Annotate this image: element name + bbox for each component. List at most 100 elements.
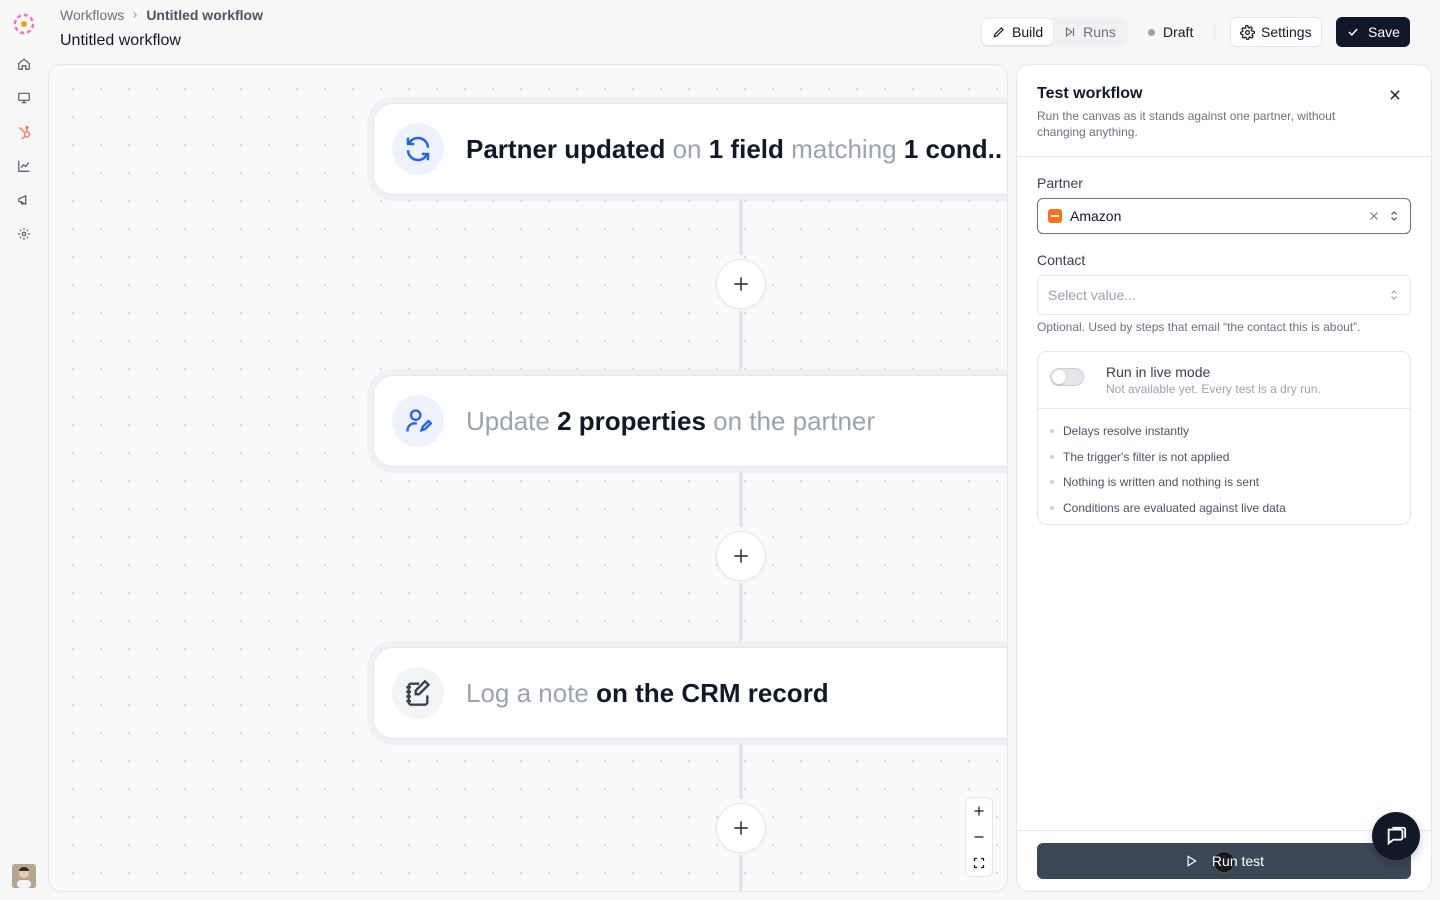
- trigger-event: Partner updated: [466, 133, 666, 164]
- list-item: Delays resolve instantly: [1050, 418, 1286, 444]
- run-test-button[interactable]: Run test: [1037, 843, 1411, 879]
- add-step-button[interactable]: [716, 531, 766, 581]
- dry-run-notes: Delays resolve instantly The trigger's f…: [1050, 418, 1286, 521]
- fit-view-icon[interactable]: [966, 850, 992, 876]
- update-text-suffix: on the partner: [705, 405, 876, 436]
- settings-button[interactable]: Settings: [1230, 17, 1322, 47]
- live-mode-card: Run in live mode Not available yet. Ever…: [1037, 351, 1411, 525]
- contact-select[interactable]: Select value...: [1037, 275, 1411, 315]
- refresh-icon: [392, 123, 444, 175]
- trigger-condition-count: 1 cond..: [903, 133, 1003, 164]
- chevron-right-icon: [130, 7, 140, 23]
- connector-line: [739, 855, 743, 891]
- connector-line: [739, 583, 743, 641]
- tab-runs-label: Runs: [1083, 24, 1116, 40]
- list-item: Conditions are evaluated against live da…: [1050, 495, 1286, 521]
- tab-runs[interactable]: Runs: [1053, 19, 1126, 45]
- trigger-text-matching: matching: [783, 133, 904, 164]
- contact-label: Contact: [1037, 252, 1086, 268]
- trigger-text-on: on: [665, 133, 709, 164]
- toolbar-divider: [1214, 22, 1215, 42]
- home-icon[interactable]: [14, 54, 34, 74]
- partner-label: Partner: [1037, 175, 1083, 191]
- clear-icon[interactable]: [1368, 210, 1380, 222]
- save-label: Save: [1368, 24, 1400, 40]
- chat-launcher-button[interactable]: [1372, 812, 1420, 860]
- partner-select[interactable]: Amazon: [1037, 198, 1411, 234]
- contact-placeholder: Select value...: [1048, 287, 1136, 303]
- trigger-field-count: 1 field: [708, 133, 784, 164]
- live-mode-label: Run in live mode: [1106, 364, 1211, 380]
- live-mode-description: Not available yet. Every test is a dry r…: [1106, 382, 1321, 396]
- plus-icon: [734, 821, 748, 835]
- update-properties-node[interactable]: Update 2 properties on the partner: [373, 375, 1007, 467]
- status-dot-icon: [1148, 28, 1155, 36]
- play-icon: [1187, 855, 1197, 867]
- notebook-pen-icon: [392, 667, 444, 719]
- zoom-out-icon[interactable]: [966, 824, 992, 850]
- test-workflow-panel: Test workflow Run the canvas as it stand…: [1016, 64, 1432, 892]
- breadcrumb-current: Untitled workflow: [146, 7, 263, 23]
- contact-hint: Optional. Used by steps that email “the …: [1037, 320, 1361, 334]
- left-rail: [0, 0, 48, 900]
- partner-value: Amazon: [1070, 208, 1122, 224]
- chart-icon[interactable]: [14, 156, 34, 176]
- partner-logo-icon: [1048, 209, 1062, 223]
- panel-subtitle: Run the canvas as it stands against one …: [1037, 109, 1336, 139]
- save-button[interactable]: Save: [1336, 17, 1410, 47]
- chevrons-up-down-icon: [1391, 290, 1397, 300]
- user-edit-icon: [392, 395, 444, 447]
- gear-icon: [1240, 24, 1255, 40]
- settings-label: Settings: [1261, 24, 1312, 40]
- live-mode-divider: [1038, 408, 1410, 409]
- zoom-in-icon[interactable]: [966, 798, 992, 824]
- connector-line: [739, 471, 743, 527]
- zoom-controls: [965, 797, 993, 877]
- panel-footer-divider: [1017, 830, 1431, 831]
- app-logo-icon[interactable]: [12, 12, 36, 36]
- chevrons-up-down-icon: [1391, 211, 1397, 221]
- skip-forward-icon: [1066, 26, 1075, 38]
- log-note-node[interactable]: Log a note on the CRM record: [373, 647, 1007, 739]
- close-icon: [1390, 90, 1400, 100]
- tab-build[interactable]: Build: [982, 19, 1054, 45]
- megaphone-icon[interactable]: [14, 190, 34, 210]
- chat-icon: [1387, 826, 1407, 846]
- connector-line: [739, 199, 743, 255]
- plus-icon: [734, 549, 748, 563]
- add-step-button[interactable]: [716, 259, 766, 309]
- panel-divider: [1017, 156, 1431, 157]
- trigger-node[interactable]: Partner updated on 1 field matching 1 co…: [373, 103, 1007, 195]
- pencil-icon: [993, 27, 1004, 38]
- log-note-target: on the CRM record: [596, 677, 829, 708]
- list-item: Nothing is written and nothing is sent: [1050, 469, 1286, 495]
- list-item: The trigger's filter is not applied: [1050, 444, 1286, 470]
- toggle-knob: [1052, 370, 1066, 384]
- monitor-icon[interactable]: [14, 88, 34, 108]
- live-mode-toggle[interactable]: [1050, 368, 1084, 386]
- update-summary: Update 2 properties on the partner: [466, 406, 875, 437]
- connector-line: [739, 311, 743, 369]
- update-property-count: 2 properties: [557, 405, 706, 436]
- hubspot-icon[interactable]: [14, 122, 34, 142]
- trigger-summary: Partner updated on 1 field matching 1 co…: [466, 134, 1002, 165]
- breadcrumb-root-link[interactable]: Workflows: [60, 7, 124, 23]
- view-switcher: Build Runs: [980, 17, 1128, 47]
- workflow-canvas[interactable]: Partner updated on 1 field matching 1 co…: [48, 64, 1008, 892]
- run-test-label: Run test: [1211, 853, 1265, 869]
- tab-build-label: Build: [1012, 24, 1044, 40]
- avatar[interactable]: [12, 864, 36, 888]
- log-note-text-prefix: Log a note: [466, 677, 597, 708]
- add-step-button[interactable]: [716, 803, 766, 853]
- connector-line: [739, 743, 743, 799]
- panel-title: Test workflow: [1037, 85, 1143, 102]
- breadcrumb: Workflows Untitled workflow: [60, 7, 263, 23]
- log-note-summary: Log a note on the CRM record: [466, 678, 829, 709]
- check-icon: [1348, 28, 1358, 36]
- settings-icon[interactable]: [14, 224, 34, 244]
- close-button[interactable]: [1383, 83, 1407, 107]
- page-title: Untitled workflow: [60, 32, 181, 49]
- status-badge: Draft: [1148, 17, 1193, 47]
- plus-icon: [734, 277, 748, 291]
- update-text-prefix: Update: [466, 405, 558, 436]
